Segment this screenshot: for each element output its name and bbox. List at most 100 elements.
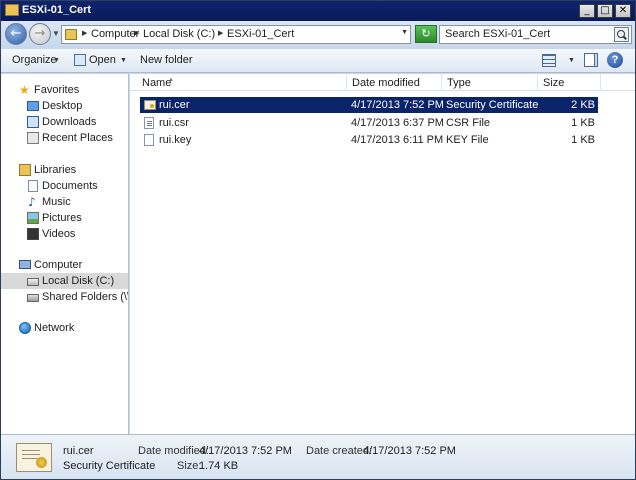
new-folder-button[interactable]: New folder [140,54,193,66]
hard-disk-icon [27,278,39,286]
address-row: ← → ▼ ▶ Computer ▶ Local Disk (C:) ▶ ESX… [1,21,635,47]
title-bar[interactable]: ESXi-01_Cert _ □ ✕ [1,1,635,21]
breadcrumb-current-folder[interactable]: ESXi-01_Cert [227,28,294,40]
nav-label: Libraries [34,164,77,176]
column-header-name[interactable]: Name ▲ [130,74,347,91]
nav-label: Documents [42,180,98,192]
nav-favorites[interactable]: ★ Favorites [1,82,128,98]
nav-label: Computer [34,259,83,271]
file-row-rui-cer[interactable]: rui.cer 4/17/2013 7:52 PM Security Certi… [140,97,598,113]
search-input[interactable]: Search ESXi-01_Cert [439,25,632,44]
network-drive-icon [27,294,39,302]
desktop-icon [27,101,39,111]
file-date: 4/17/2013 6:37 PM [351,117,444,129]
nav-pictures[interactable]: Pictures [1,210,128,226]
file-date: 4/17/2013 6:11 PM [351,134,444,146]
column-header-size[interactable]: Size [538,74,601,91]
videos-icon [27,228,39,240]
file-row-rui-csr[interactable]: rui.csr 4/17/2013 6:37 PM CSR File 1 KB [140,115,598,131]
open-icon [74,54,86,66]
folder-icon [65,29,77,40]
nav-label: Downloads [42,116,97,128]
close-button[interactable]: ✕ [615,4,631,18]
details-file-name: rui.cer [63,445,94,457]
recent-places-icon [27,132,39,144]
preview-pane-icon[interactable] [584,53,598,67]
nav-label: Network [34,322,75,334]
blank-file-icon [144,134,154,146]
maximize-button[interactable]: □ [597,4,613,18]
downloads-icon [27,116,39,128]
nav-downloads[interactable]: Downloads [1,114,128,130]
column-header-label: Date modified [352,77,420,89]
nav-shared-folders[interactable]: Shared Folders (\\vmw [1,289,128,305]
details-file-type: Security Certificate [63,460,156,472]
file-size: 2 KB [571,99,595,111]
documents-icon [28,180,38,192]
chevron-down-icon[interactable]: ▼ [401,29,408,36]
refresh-button[interactable]: ↻ [415,25,437,43]
folder-icon [5,4,19,16]
nav-music[interactable]: ♪ Music [1,194,128,210]
pictures-icon [27,212,39,224]
chevron-right-icon[interactable]: ▶ [82,29,87,37]
sort-ascending-icon: ▲ [168,77,174,83]
search-placeholder: Search ESXi-01_Cert [445,28,551,40]
nav-libraries[interactable]: Libraries [1,162,128,178]
nav-computer[interactable]: Computer [1,257,128,273]
details-size-value: 1.74 KB [199,460,239,472]
certificate-icon [16,443,52,472]
nav-local-disk[interactable]: Local Disk (C:) [1,273,128,289]
libraries-icon [19,164,31,176]
chevron-down-icon[interactable]: ▼ [53,57,60,64]
chevron-right-icon[interactable]: ▶ [218,29,223,37]
nav-network[interactable]: Network [1,320,128,336]
file-size: 1 KB [571,134,595,146]
file-row-rui-key[interactable]: rui.key 4/17/2013 6:11 PM KEY File 1 KB [140,132,598,148]
file-name: rui.key [159,134,192,146]
address-bar[interactable]: ▶ Computer ▶ Local Disk (C:) ▶ ESXi-01_C… [61,25,411,44]
chevron-down-icon[interactable]: ▼ [568,57,575,64]
file-name: rui.csr [159,117,189,129]
nav-label: Desktop [42,100,83,112]
open-button[interactable]: Open [89,54,116,66]
window-title: ESXi-01_Cert [22,4,92,16]
nav-documents[interactable]: Documents [1,178,128,194]
column-header-label: Name [142,77,172,89]
nav-recent-places[interactable]: Recent Places [1,130,128,146]
file-date: 4/17/2013 7:52 PM [351,99,444,111]
file-name: rui.cer [159,99,190,111]
nav-desktop[interactable]: Desktop [1,98,128,114]
nav-label: Recent Places [42,132,113,144]
change-view-icon[interactable] [542,54,556,67]
chevron-down-icon[interactable]: ▼ [120,57,127,64]
nav-label: Local Disk (C:) [42,275,115,287]
file-type: KEY File [446,134,489,146]
certificate-icon [144,100,156,110]
recent-pages-dropdown[interactable]: ▼ [52,29,60,38]
forward-button[interactable]: → [29,23,51,45]
search-icon[interactable] [614,27,629,42]
breadcrumb-computer[interactable]: Computer [91,28,139,40]
column-header-date[interactable]: Date modified [347,74,442,91]
star-icon: ★ [19,83,30,97]
nav-videos[interactable]: Videos [1,226,128,242]
navigation-pane: ★ Favorites Desktop Downloads Recent Pla… [1,74,129,434]
back-button[interactable]: ← [5,23,27,45]
breadcrumb-local-disk[interactable]: Local Disk (C:) [143,28,215,40]
details-pane: rui.cer Security Certificate Date modifi… [1,434,635,479]
network-icon [19,322,31,334]
text-file-icon [144,117,154,129]
file-type: Security Certificate [446,99,539,111]
column-header-type[interactable]: Type [442,74,538,91]
column-header-label: Size [543,77,565,89]
minimize-button[interactable]: _ [579,4,595,18]
help-icon[interactable]: ? [607,52,623,68]
command-bar: Organize ▼ Open ▼ New folder ▼ ? [1,49,635,73]
nav-label: Music [42,196,71,208]
column-header-label: Type [447,77,471,89]
file-list: Name ▲ Date modified Type Size rui.cer 4… [130,74,635,434]
file-type: CSR File [446,117,491,129]
organize-button[interactable]: Organize [12,54,57,66]
chevron-right-icon[interactable]: ▶ [134,29,139,37]
